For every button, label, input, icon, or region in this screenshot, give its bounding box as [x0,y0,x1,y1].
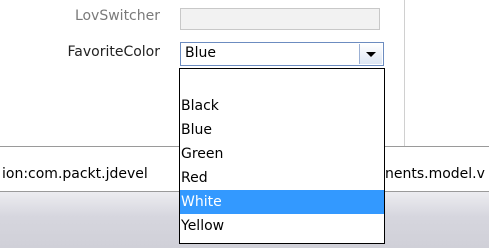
option-red[interactable]: Red [180,166,384,190]
chevron-down-icon [366,52,376,57]
lov-switcher-label: LovSwitcher [74,8,160,24]
option-green[interactable]: Green [180,142,384,166]
option-empty[interactable] [180,69,384,93]
status-text-right: nents.model.v [385,166,485,182]
panel-divider [404,0,405,146]
application-window: LovSwitcher FavoriteColor Blue ion:com.p… [0,0,489,248]
option-black[interactable]: Black [180,94,384,118]
favorite-color-dropdown-list[interactable]: Black Blue Green Red White Yellow [179,68,385,244]
dropdown-toggle-button[interactable] [359,44,382,64]
status-text-left: ion:com.packt.jdevel [2,166,148,182]
option-white[interactable]: White [180,190,384,214]
favorite-color-select[interactable]: Blue [180,42,384,66]
favorite-color-label: FavoriteColor [67,44,161,60]
option-yellow[interactable]: Yellow [180,214,384,238]
favorite-color-value: Blue [185,45,216,61]
option-blue[interactable]: Blue [180,118,384,142]
lov-switcher-field[interactable] [180,8,380,30]
